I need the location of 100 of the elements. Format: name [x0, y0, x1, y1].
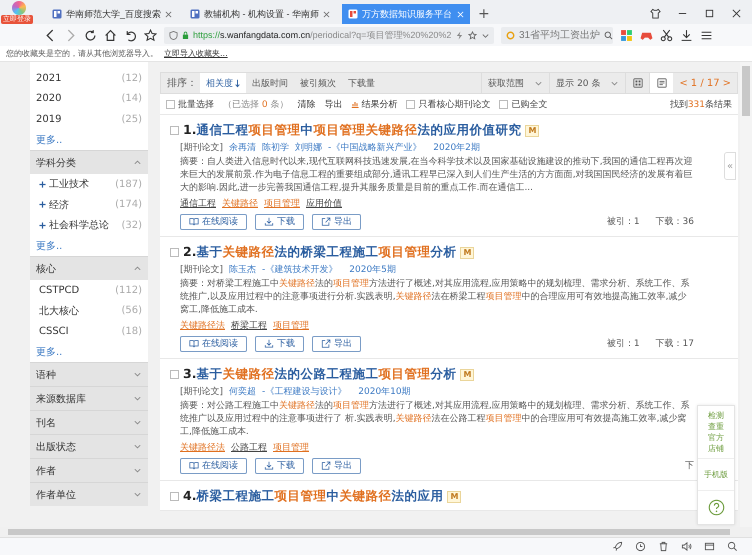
checkbox[interactable]	[170, 248, 179, 257]
filter-item[interactable]: 2019	[36, 114, 62, 125]
new-tab-button[interactable]: +	[478, 4, 490, 24]
scissors-icon[interactable]	[660, 28, 673, 42]
search-field[interactable]: 31省平均工资出炉	[501, 26, 613, 44]
action-button[interactable]: 在线阅读	[180, 336, 247, 352]
reload-icon[interactable]	[84, 28, 97, 42]
star-icon[interactable]	[468, 30, 478, 40]
action-button[interactable]: 下载	[255, 336, 304, 352]
trash-icon[interactable]	[658, 541, 669, 552]
plus-icon[interactable]	[39, 201, 46, 208]
article-title-link[interactable]: 2.基于关键路径法的桥梁工程施工项目管理分析	[183, 244, 456, 261]
checkbox[interactable]	[170, 370, 179, 379]
close-tab-icon[interactable]	[165, 10, 172, 18]
export-link[interactable]: 导出	[324, 98, 342, 110]
zoom-icon[interactable]	[727, 541, 738, 552]
filter-section-header[interactable]: 学科分类	[30, 150, 148, 174]
action-button[interactable]: 下载	[255, 214, 304, 230]
keyword-link[interactable]: 应用价值	[306, 196, 342, 210]
filter-item[interactable]: CSSCI	[39, 326, 69, 337]
browser-logo-icon[interactable]	[12, 1, 26, 15]
checkbox[interactable]	[406, 100, 416, 108]
undo-icon[interactable]	[124, 28, 137, 42]
import-bookmarks-link[interactable]: 立即导入收藏夹...	[164, 48, 228, 59]
filter-section-header[interactable]: 出版状态	[30, 434, 148, 458]
filter-section-header[interactable]: 作者单位	[30, 482, 148, 506]
checkbox[interactable]	[170, 492, 179, 501]
filter-item[interactable]: CSTPCD	[39, 284, 80, 296]
filter-section-header[interactable]: 作者	[30, 458, 148, 482]
checkbox[interactable]	[499, 100, 508, 108]
article-title-link[interactable]: 4.桥梁工程施工项目管理中关键路径法的应用	[183, 488, 444, 505]
keyword-link[interactable]: 公路工程	[231, 440, 267, 454]
article-title-link[interactable]: 1.通信工程项目管理中项目管理关键路径法的应用价值研究	[183, 122, 522, 139]
close-icon[interactable]	[731, 8, 742, 19]
speaker-icon[interactable]	[681, 541, 692, 552]
action-button[interactable]: 下载	[255, 458, 304, 474]
mobile-version-link[interactable]: 手机版	[698, 459, 734, 491]
address-field[interactable]: https://s.wanfangdata.com.cn/periodical?q=项目管理%20%20%2	[164, 26, 494, 44]
apps-icon[interactable]	[620, 28, 633, 42]
clear-link[interactable]: 清除	[297, 98, 316, 110]
lightning-icon[interactable]	[455, 30, 464, 40]
download-icon[interactable]	[680, 28, 693, 42]
keyword-link[interactable]: 桥梁工程	[231, 318, 267, 332]
plus-icon[interactable]	[39, 180, 46, 188]
skin-icon[interactable]	[650, 8, 661, 19]
filter-section-header[interactable]: 核心	[30, 256, 148, 280]
search-icon[interactable]	[604, 30, 614, 40]
filter-item[interactable]: 工业技术	[49, 177, 89, 192]
article-title-link[interactable]: 3.基于关键路径法的公路工程施工项目管理分析	[183, 366, 456, 383]
checkbox[interactable]	[166, 100, 175, 108]
close-tab-icon[interactable]	[323, 10, 330, 18]
result-analysis-link[interactable]: 结果分析	[351, 98, 398, 110]
author-link[interactable]: 余再清	[229, 141, 256, 154]
action-button[interactable]: 导出	[312, 336, 361, 352]
author-link[interactable]: 陈玉杰	[229, 263, 256, 276]
filter-item[interactable]: 2020	[36, 93, 62, 104]
sort-tab[interactable]: 被引频次	[294, 73, 342, 93]
issue-link[interactable]: 2020年5期	[349, 263, 396, 276]
sort-tab[interactable]: 下载量	[342, 73, 381, 93]
author-link[interactable]: 何奕超	[229, 385, 256, 398]
filter-item[interactable]: 社会科学总论	[49, 218, 109, 232]
filter-section-header[interactable]: 来源数据库	[30, 386, 148, 410]
journal-link[interactable]: -《中国战略新兴产业》	[328, 141, 422, 154]
issue-link[interactable]: 2020年2期	[433, 141, 480, 154]
star-icon[interactable]	[144, 28, 157, 42]
keyword-link[interactable]: 通信工程	[180, 196, 216, 210]
author-link[interactable]: 刘明娜	[295, 141, 322, 154]
action-button[interactable]: 导出	[312, 214, 361, 230]
range-dropdown[interactable]: 获取范围	[481, 73, 550, 93]
filter-section-header[interactable]: 语种	[30, 362, 148, 386]
journal-link[interactable]: -《工程建设与设计》	[262, 385, 346, 398]
filter-item[interactable]: 北大核心	[39, 304, 79, 318]
sort-tab[interactable]: 相关度	[200, 73, 246, 93]
home-icon[interactable]	[104, 28, 117, 42]
journal-link[interactable]: -《建筑技术开发》	[262, 263, 338, 276]
author-link[interactable]: 陈初学	[262, 141, 290, 154]
filter-item[interactable]: 2021	[36, 72, 62, 84]
maximize-icon[interactable]	[704, 8, 715, 19]
window-icon[interactable]	[704, 541, 715, 552]
issue-link[interactable]: 2020年10期	[358, 385, 411, 398]
browser-tab[interactable]: 华南师范大学_百度搜索	[46, 4, 178, 24]
filter-section-header[interactable]: 刊名	[30, 410, 148, 434]
plus-icon[interactable]	[39, 222, 46, 229]
more-link[interactable]: 更多..	[36, 238, 62, 253]
action-button[interactable]: 在线阅读	[180, 458, 247, 474]
checkbox[interactable]	[170, 126, 179, 135]
horizontal-scrollbar[interactable]	[0, 527, 752, 537]
menu-icon[interactable]	[700, 28, 713, 42]
list-view-button[interactable]	[649, 73, 674, 93]
more-link[interactable]: 更多..	[36, 132, 62, 147]
action-button[interactable]: 导出	[312, 458, 361, 474]
browser-tab[interactable]: 教辅机构 - 机构设置 - 华南师	[184, 4, 336, 24]
rocket-icon[interactable]	[612, 541, 623, 552]
page-size-dropdown[interactable]: 显示 20 条	[549, 73, 626, 93]
sort-tab[interactable]: 出版时间	[246, 73, 294, 93]
shop-link[interactable]: 检测查重官方店铺	[698, 406, 734, 459]
help-icon[interactable]	[708, 499, 724, 516]
filter-item[interactable]: 经济	[49, 198, 69, 212]
history-icon[interactable]	[635, 541, 646, 552]
more-link[interactable]: 更多..	[36, 344, 62, 359]
